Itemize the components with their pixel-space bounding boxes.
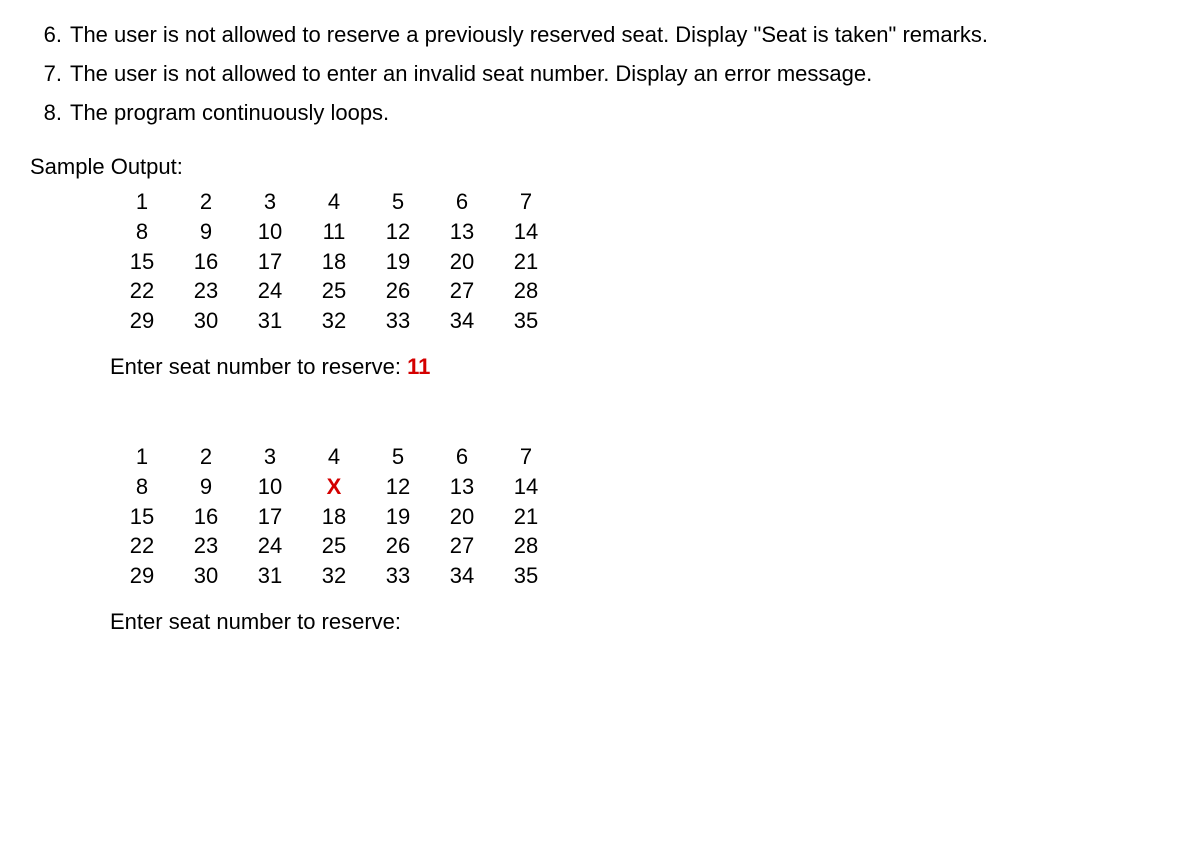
seat-cell: 20 bbox=[430, 502, 494, 532]
seat-cell: 3 bbox=[238, 442, 302, 472]
list-item-6: 6. The user is not allowed to reserve a … bbox=[30, 20, 1170, 51]
seat-cell: 10 bbox=[238, 217, 302, 247]
seat-cell: 31 bbox=[238, 306, 302, 336]
seat-row: 8910X121314 bbox=[110, 472, 1170, 502]
seat-cell: 7 bbox=[494, 442, 558, 472]
seat-row: 29303132333435 bbox=[110, 306, 1170, 336]
seat-cell: 2 bbox=[174, 442, 238, 472]
prompt-text: Enter seat number to reserve: bbox=[110, 609, 401, 634]
seat-row: 891011121314 bbox=[110, 217, 1170, 247]
seat-cell: 31 bbox=[238, 561, 302, 591]
seat-row: 22232425262728 bbox=[110, 276, 1170, 306]
seat-cell: 1 bbox=[110, 442, 174, 472]
seat-cell: 15 bbox=[110, 502, 174, 532]
seat-cell: 4 bbox=[302, 442, 366, 472]
seat-cell: 6 bbox=[430, 442, 494, 472]
list-number: 7. bbox=[30, 59, 62, 90]
seat-cell: 32 bbox=[302, 306, 366, 336]
seat-cell: 7 bbox=[494, 187, 558, 217]
seat-cell: 4 bbox=[302, 187, 366, 217]
seat-cell: 5 bbox=[366, 442, 430, 472]
seat-cell: 30 bbox=[174, 561, 238, 591]
seat-cell: 6 bbox=[430, 187, 494, 217]
seat-cell: 34 bbox=[430, 306, 494, 336]
seat-cell: 28 bbox=[494, 531, 558, 561]
prompt-input-value: 11 bbox=[407, 354, 430, 379]
seat-cell: 2 bbox=[174, 187, 238, 217]
list-text: The user is not allowed to reserve a pre… bbox=[70, 20, 1170, 51]
seat-row: 22232425262728 bbox=[110, 531, 1170, 561]
list-item-8: 8. The program continuously loops. bbox=[30, 98, 1170, 129]
seat-cell: 19 bbox=[366, 247, 430, 277]
seat-cell: 35 bbox=[494, 561, 558, 591]
list-item-7: 7. The user is not allowed to enter an i… bbox=[30, 59, 1170, 90]
seat-cell: 17 bbox=[238, 502, 302, 532]
seat-grid-initial: 1234567891011121314151617181920212223242… bbox=[110, 187, 1170, 335]
seat-cell: 27 bbox=[430, 276, 494, 306]
seat-cell: 8 bbox=[110, 472, 174, 502]
seat-cell: 22 bbox=[110, 276, 174, 306]
seat-cell: 8 bbox=[110, 217, 174, 247]
seat-cell: 13 bbox=[430, 472, 494, 502]
seat-cell: 25 bbox=[302, 276, 366, 306]
seat-row: 15161718192021 bbox=[110, 502, 1170, 532]
seat-cell: 33 bbox=[366, 306, 430, 336]
seat-cell: 29 bbox=[110, 306, 174, 336]
seat-cell: 9 bbox=[174, 472, 238, 502]
seat-cell: 17 bbox=[238, 247, 302, 277]
seat-cell: 25 bbox=[302, 531, 366, 561]
prompt-line-2: Enter seat number to reserve: bbox=[110, 607, 1170, 638]
seat-cell: 12 bbox=[366, 472, 430, 502]
prompt-text: Enter seat number to reserve: bbox=[110, 354, 407, 379]
seat-row: 1234567 bbox=[110, 442, 1170, 472]
seat-row: 15161718192021 bbox=[110, 247, 1170, 277]
seat-cell: 21 bbox=[494, 502, 558, 532]
seat-cell: 5 bbox=[366, 187, 430, 217]
seat-cell: 23 bbox=[174, 531, 238, 561]
seat-cell: 1 bbox=[110, 187, 174, 217]
seat-row: 29303132333435 bbox=[110, 561, 1170, 591]
seat-cell: 35 bbox=[494, 306, 558, 336]
seat-cell: 34 bbox=[430, 561, 494, 591]
list-text: The program continuously loops. bbox=[70, 98, 1170, 129]
seat-grid-after: 12345678910X1213141516171819202122232425… bbox=[110, 442, 1170, 590]
seat-cell: 22 bbox=[110, 531, 174, 561]
seat-cell: 26 bbox=[366, 276, 430, 306]
seat-cell: 28 bbox=[494, 276, 558, 306]
seat-cell: 27 bbox=[430, 531, 494, 561]
seat-cell-reserved: X bbox=[302, 472, 366, 502]
list-text: The user is not allowed to enter an inva… bbox=[70, 59, 1170, 90]
seat-cell: 26 bbox=[366, 531, 430, 561]
seat-cell: 24 bbox=[238, 531, 302, 561]
seat-cell: 15 bbox=[110, 247, 174, 277]
sample-output-label: Sample Output: bbox=[30, 152, 1170, 183]
seat-cell: 21 bbox=[494, 247, 558, 277]
seat-cell: 23 bbox=[174, 276, 238, 306]
seat-cell: 10 bbox=[238, 472, 302, 502]
seat-row: 1234567 bbox=[110, 187, 1170, 217]
seat-cell: 9 bbox=[174, 217, 238, 247]
seat-cell: 11 bbox=[302, 217, 366, 247]
seat-cell: 14 bbox=[494, 217, 558, 247]
seat-cell: 16 bbox=[174, 502, 238, 532]
seat-cell: 13 bbox=[430, 217, 494, 247]
seat-cell: 19 bbox=[366, 502, 430, 532]
seat-cell: 16 bbox=[174, 247, 238, 277]
seat-cell: 3 bbox=[238, 187, 302, 217]
seat-cell: 14 bbox=[494, 472, 558, 502]
seat-cell: 30 bbox=[174, 306, 238, 336]
seat-cell: 18 bbox=[302, 247, 366, 277]
seat-cell: 29 bbox=[110, 561, 174, 591]
seat-cell: 32 bbox=[302, 561, 366, 591]
seat-cell: 12 bbox=[366, 217, 430, 247]
prompt-line-1: Enter seat number to reserve: 11 bbox=[110, 352, 1170, 383]
seat-cell: 20 bbox=[430, 247, 494, 277]
seat-cell: 18 bbox=[302, 502, 366, 532]
seat-cell: 33 bbox=[366, 561, 430, 591]
list-number: 8. bbox=[30, 98, 62, 129]
list-number: 6. bbox=[30, 20, 62, 51]
seat-cell: 24 bbox=[238, 276, 302, 306]
